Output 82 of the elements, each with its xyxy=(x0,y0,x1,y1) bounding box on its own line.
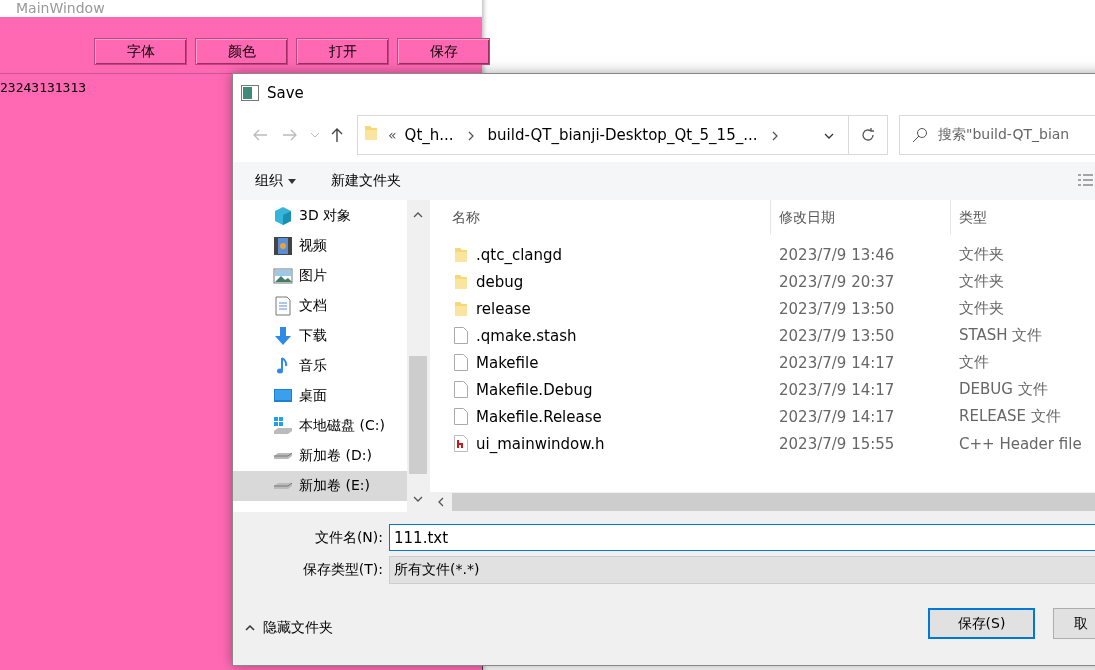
nav-item[interactable]: 视频 xyxy=(233,231,407,261)
drive-icon xyxy=(273,416,293,436)
nav-item[interactable]: 本地磁盘 (C:) xyxy=(233,411,407,441)
toolbar-button[interactable]: 字体 xyxy=(94,38,187,65)
folder-icon xyxy=(364,125,378,141)
folder-icon xyxy=(454,273,468,290)
toolbar-button[interactable]: 保存 xyxy=(397,38,490,65)
type-cell-text: DEBUG 文件 xyxy=(959,380,1049,399)
header-file-icon xyxy=(454,435,468,452)
date-cell-text: 2023/7/9 14:17 xyxy=(779,353,896,372)
column-header[interactable]: 修改日期 xyxy=(770,200,950,234)
cube-icon xyxy=(273,206,293,226)
nav-item[interactable]: 新加卷 (D:) xyxy=(233,441,407,471)
window-title: MainWindow xyxy=(16,0,105,16)
film-icon xyxy=(273,236,293,256)
new-folder-button[interactable]: 新建文件夹 xyxy=(331,172,401,190)
document-icon xyxy=(273,296,293,316)
folder-icon xyxy=(454,246,468,263)
type-cell-text: C++ Header file xyxy=(959,434,1083,453)
file-icon xyxy=(454,327,468,344)
column-header[interactable]: 名称 xyxy=(430,200,770,234)
overflow-mark[interactable]: « xyxy=(388,127,397,143)
scroll-down-icon xyxy=(413,494,423,504)
scrollbar-thumb[interactable] xyxy=(409,356,427,474)
image-icon xyxy=(273,266,293,286)
file-name[interactable]: release xyxy=(476,299,531,318)
nav-item[interactable]: 音乐 xyxy=(233,351,407,381)
organize-menu[interactable]: 组织 xyxy=(255,172,296,190)
type-cell-text: 文件夹 xyxy=(959,272,1005,291)
toolbar-button[interactable]: 颜色 xyxy=(195,38,288,65)
scroll-up-icon xyxy=(413,210,423,220)
nav-item[interactable]: 3D 对象 xyxy=(233,201,407,231)
file-name[interactable]: debug xyxy=(476,272,524,291)
file-name[interactable]: Makefile xyxy=(476,353,539,372)
nav-item[interactable]: 文档 xyxy=(233,291,407,321)
date-cell-text: 2023/7/9 15:55 xyxy=(779,434,896,453)
window-icon xyxy=(241,84,259,101)
type-cell-text: 文件 xyxy=(959,353,990,372)
search-field[interactable]: 搜索"build-QT_bian xyxy=(899,115,1095,155)
date-cell-text: 2023/7/9 20:37 xyxy=(779,272,896,291)
field-label: 保存类型(T): xyxy=(301,561,384,579)
nav-item[interactable]: 图片 xyxy=(233,261,407,291)
file-name[interactable]: .qtc_clangd xyxy=(476,245,563,264)
field-label: 文件名(N): xyxy=(313,528,384,547)
nav-item[interactable]: 新加卷 (E:) xyxy=(233,471,407,501)
folder-icon xyxy=(454,300,468,317)
dialog-button[interactable]: 保存(S) xyxy=(928,608,1035,639)
file-name[interactable]: .qmake.stash xyxy=(476,326,577,345)
type-cell-text: 文件夹 xyxy=(959,245,1005,264)
date-cell-text: 2023/7/9 13:46 xyxy=(779,245,896,264)
file-icon xyxy=(454,381,468,398)
date-cell-text: 2023/7/9 13:50 xyxy=(779,326,896,345)
filename-field[interactable]: 111.txt xyxy=(389,524,1095,551)
file-name[interactable]: ui_mainwindow.h xyxy=(476,434,605,453)
scrollbar-thumb[interactable] xyxy=(452,493,1095,511)
file-icon xyxy=(454,408,468,425)
chevron-up-icon xyxy=(245,624,255,631)
hide-folders-toggle[interactable]: 隐藏文件夹 xyxy=(245,618,333,637)
date-cell-text: 2023/7/9 14:17 xyxy=(779,380,896,399)
file-name[interactable]: Makefile.Release xyxy=(476,407,602,426)
address-bar[interactable]: « Qt_h... build-QT_bianji-Desktop_Qt_5_15_... xyxy=(357,115,888,155)
caret-icon xyxy=(288,178,296,184)
type-cell-text: STASH 文件 xyxy=(959,326,1044,345)
down-arrow-icon xyxy=(273,326,293,346)
scroll-left-icon xyxy=(436,497,446,507)
search-icon xyxy=(912,127,928,143)
breadcrumb[interactable]: Qt_h... xyxy=(404,126,454,144)
type-cell-text: 文件夹 xyxy=(959,299,1005,318)
column-header[interactable]: 类型 xyxy=(950,200,1095,234)
drive-icon xyxy=(273,482,293,490)
nav-item[interactable]: 桌面 xyxy=(233,381,407,411)
date-cell-text: 2023/7/9 13:50 xyxy=(779,299,896,318)
date-cell-text: 2023/7/9 14:17 xyxy=(779,407,896,426)
file-name[interactable]: Makefile.Debug xyxy=(476,380,593,399)
drive-icon xyxy=(273,452,293,460)
dialog-button[interactable]: 取 xyxy=(1053,608,1095,639)
toolbar-button[interactable]: 打开 xyxy=(296,38,389,65)
file-type-dropdown[interactable]: 所有文件(*.*) xyxy=(389,556,1095,584)
file-icon xyxy=(454,354,468,371)
type-cell-text: RELEASE 文件 xyxy=(959,407,1062,426)
breadcrumb[interactable]: build-QT_bianji-Desktop_Qt_5_15_... xyxy=(487,126,758,144)
nav-item[interactable]: 下载 xyxy=(233,321,407,351)
